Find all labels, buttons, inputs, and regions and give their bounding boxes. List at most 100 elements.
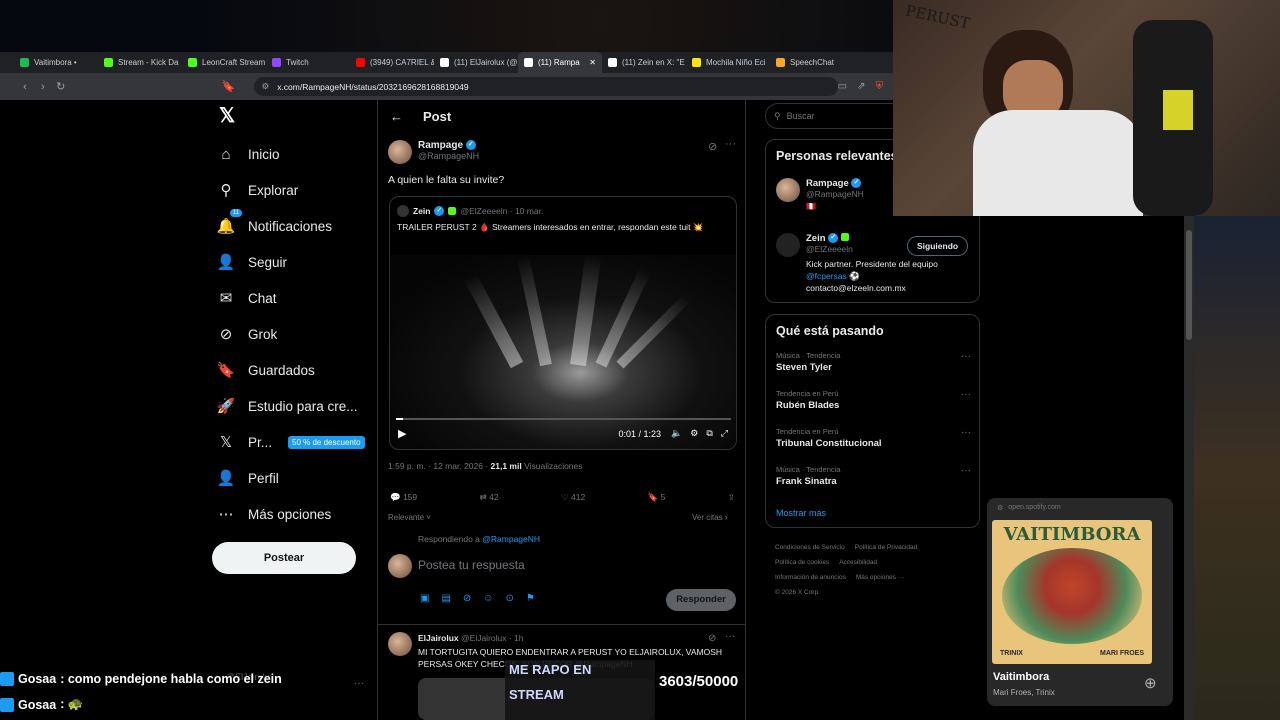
more-icon[interactable]: ··· [725,138,736,150]
settings-icon[interactable]: ⚙ [997,504,1003,512]
avatar[interactable] [388,140,412,164]
grok-icon[interactable]: ⊘ [708,633,716,644]
premium-promo-badge[interactable]: 50 % de descuento [288,435,365,449]
nav-item-seguir[interactable]: 👤 Seguir [216,244,365,280]
nav-item-estudio-para-cre[interactable]: 🚀 Estudio para cre... [216,388,365,424]
browser-tab[interactable]: Vaitimbora • [14,52,98,73]
video-progress-bar[interactable] [396,418,731,420]
nav-item-guardados[interactable]: 🔖 Guardados [216,352,365,388]
album-cover[interactable]: VAITIMBORA TRINIX MARI FROES [992,520,1152,664]
browser-tab[interactable]: Mochila Niño Eci [686,52,770,73]
footer-link[interactable]: Información de anuncios [775,574,846,581]
video-player[interactable]: ▶ 0:01 / 1:23 🔈 ⚙ ⧉ ⤢ [390,254,736,449]
avatar[interactable] [388,632,412,656]
cast-icon[interactable]: ▭ [838,81,847,92]
browser-tab[interactable]: (11) Rampa ✕ [518,52,602,73]
browser-tab[interactable]: (3949) CA7RIEL & [350,52,434,73]
avatar[interactable] [397,205,409,217]
reply-action[interactable]: 💬 159 [390,492,417,503]
play-icon[interactable]: ▶ [398,427,406,440]
bio-link[interactable]: @fcpersas [806,271,847,281]
bookmark-action[interactable]: 🔖 5 [648,492,666,503]
footer-link[interactable]: Política de Privacidad [855,544,918,551]
image-icon[interactable]: ▣ [420,593,429,604]
volume-icon[interactable]: 🔈 [671,428,682,439]
site-info-icon[interactable]: ⚙ [262,81,270,92]
pip-icon[interactable]: ⧉ [706,428,712,439]
back-icon[interactable]: ‹ [16,81,34,93]
post-button[interactable]: Postear [212,542,356,574]
more-icon[interactable]: ··· [961,427,971,438]
browser-tab[interactable]: (11) ElJairolux (@ [434,52,518,73]
forward-icon[interactable]: › [34,81,52,93]
trend-category: Tendencia en Perú [776,389,839,398]
repost-action[interactable]: ⇄ 42 [480,492,499,503]
browser-tab[interactable]: Stream - Kick Da [98,52,182,73]
avatar[interactable] [776,178,800,202]
person-rampage[interactable]: Rampage ✓ @RampageNH 🇵🇪 [806,178,864,211]
grok-icon[interactable]: ⊘ [708,140,717,153]
bookmark-star-icon[interactable]: 🔖 [220,80,238,93]
quoted-post[interactable]: Zein ✓ @ElZeeeeln · 10 mar. TRAILER PERU… [389,196,737,450]
author-handle[interactable]: @RampageNH [418,151,479,161]
browser-tab[interactable]: Twitch [266,52,350,73]
reply-author[interactable]: ElJairolux @ElJairolux · 1h [418,633,524,643]
emoji-icon[interactable]: ☺ [483,593,493,604]
view-quotes-link[interactable]: Ver citas › [692,513,728,522]
replying-to-handle[interactable]: @RampageNH [482,534,540,544]
show-more-link[interactable]: Mostrar más [776,508,826,518]
nav-item-pr[interactable]: 𝕏 Pr... 50 % de descuento [216,424,365,460]
trend-item[interactable]: Tendencia en Perú Tribunal Constitucional… [776,427,971,449]
more-icon[interactable]: ··· [961,351,971,362]
grok-icon[interactable]: ⊘ [463,593,471,604]
schedule-icon[interactable]: ⚑ [526,593,535,604]
author-name[interactable]: Rampage [418,140,463,151]
brave-shield-icon[interactable]: ⛨ [876,81,884,92]
close-tab-icon[interactable]: ✕ [589,58,596,67]
footer-link[interactable]: Accesibilidad [839,559,877,566]
browser-tab[interactable]: SpeechChat [770,52,854,73]
more-icon[interactable]: ··· [961,389,971,400]
nav-item-notificaciones[interactable]: 🔔 11 Notificaciones [216,208,365,244]
share-icon[interactable]: ⇗ [857,81,865,92]
fullscreen-icon[interactable]: ⤢ [721,428,728,439]
footer-link[interactable]: © 2026 X Corp. [775,589,820,596]
share-icon[interactable]: ⇪ [728,492,735,503]
quote-author-name[interactable]: Zein [413,206,430,216]
url-field[interactable]: ⚙ x.com/RampageNH/status/203216962816881… [253,77,838,96]
following-button[interactable]: Siguiendo [907,236,969,256]
location-icon[interactable]: ⊙ [506,593,514,604]
nav-item-grok[interactable]: ⊘ Grok [216,316,365,352]
more-icon[interactable]: ··· [725,631,735,642]
nav-item-inicio[interactable]: ⌂ Inicio [216,136,365,172]
like-action[interactable]: ♡ 412 [561,492,585,503]
browser-tab[interactable]: (11) Zein en X: "E [602,52,686,73]
reply-button[interactable]: Responder [666,589,736,611]
nav-item-chat[interactable]: ✉ Chat [216,280,365,316]
nav-item-explorar[interactable]: ⚲ Explorar [216,172,365,208]
back-arrow-icon[interactable]: ← [390,109,403,124]
gif-icon[interactable]: ▤ [441,593,450,604]
trend-item[interactable]: Música · Tendencia Steven Tyler ··· [776,351,971,373]
nav-item-más-opciones[interactable]: ⋯ Más opciones [216,496,365,532]
account-more-icon[interactable]: ··· [354,678,364,689]
trend-item[interactable]: Música · Tendencia Frank Sinatra ··· [776,465,971,487]
add-icon[interactable]: ⊕ [1144,674,1157,692]
nav-item-perfil[interactable]: 👤 Perfil [216,460,365,496]
search-input[interactable]: ⚲ Buscar [765,103,905,129]
browser-tab[interactable]: LeonCraft Stream [182,52,266,73]
reply-input[interactable]: Postea tu respuesta [418,558,525,572]
footer-link[interactable]: Más opciones ··· [856,574,904,581]
footer-link[interactable]: Condiciones de Servicio [775,544,845,551]
trend-item[interactable]: Tendencia en Perú Rubén Blades ··· [776,389,971,411]
post-author[interactable]: Rampage ✓ @RampageNH [388,140,479,164]
more-icon[interactable]: ··· [961,465,971,476]
settings-icon[interactable]: ⚙ [690,428,698,439]
footer-link[interactable]: Política de cookies [775,559,829,566]
post-timestamp[interactable]: 1:59 p. m. · 12 mar. 2026 · [388,461,491,471]
scrollbar-thumb[interactable] [1186,230,1192,340]
avatar[interactable] [776,233,800,257]
sort-dropdown[interactable]: Relevante ˅ [388,513,431,522]
x-logo-icon[interactable]: 𝕏 [219,103,235,128]
reload-icon[interactable]: ↻ [52,80,70,93]
